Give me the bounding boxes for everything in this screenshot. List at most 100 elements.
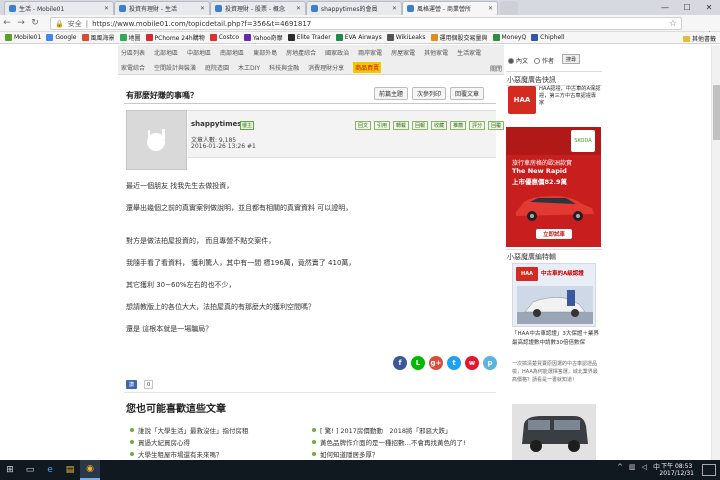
bookmark-item[interactable]: Mobile01 xyxy=(5,34,41,41)
line-share-icon[interactable]: L xyxy=(411,356,425,370)
category-link[interactable]: 空間設計與裝潢 xyxy=(154,63,196,72)
previous-topic-button[interactable]: 前篇主題 xyxy=(374,87,409,100)
reload-icon[interactable]: ↻ xyxy=(28,18,42,28)
print-button[interactable]: 次參列印 xyxy=(412,87,447,100)
related-article-link[interactable]: [ 驚! ] 2017房價動動 2018將「邪惡大跌」 xyxy=(312,425,451,435)
bookmark-item[interactable]: Chiphell xyxy=(531,34,564,41)
url-input[interactable]: 🔒 安全 | https://www.mobile01.com/topicdet… xyxy=(50,17,682,30)
browser-tab-2[interactable]: 投資有理財 - 生活 ✕ xyxy=(114,1,210,15)
skoda-ad-banner[interactable]: SKODA 旅行車房格的歐洲款實 The New Rapid 上市優惠價82.9… xyxy=(506,127,601,247)
new-tab-button[interactable] xyxy=(500,1,518,15)
haa-special-card[interactable]: HAA 中古車的A級認證 xyxy=(512,263,596,327)
browser-tab-1[interactable]: 生活 - Mobile01 ✕ xyxy=(4,1,114,15)
notification-center-icon[interactable] xyxy=(702,464,716,476)
chevron-up-icon[interactable]: ^ xyxy=(617,463,623,471)
bookmark-item[interactable]: WikiLeaks xyxy=(386,34,426,41)
category-link[interactable]: 科技與金融 xyxy=(269,63,299,72)
tool-button[interactable]: 轉載 xyxy=(393,121,410,130)
forward-icon[interactable]: → xyxy=(14,18,28,28)
tool-button[interactable]: 引用 xyxy=(374,121,391,130)
maximize-icon[interactable]: ☐ xyxy=(676,0,698,15)
avatar[interactable] xyxy=(126,110,187,170)
close-tab-icon[interactable]: ✕ xyxy=(485,5,493,12)
plurk-share-icon[interactable]: p xyxy=(483,356,497,370)
bookmark-item[interactable]: Yahoo奇摩 xyxy=(244,33,283,42)
category-link[interactable]: 北部地區 xyxy=(154,48,178,57)
bookmark-item[interactable]: 風風海景 xyxy=(81,33,115,42)
bookmark-item[interactable]: Elite Trader xyxy=(287,34,331,41)
task-view-icon[interactable]: ▭ xyxy=(20,460,40,480)
tool-button[interactable]: 回報 xyxy=(412,121,429,130)
close-tab-icon[interactable]: ✕ xyxy=(101,5,109,12)
close-tab-icon[interactable]: ✕ xyxy=(389,5,397,12)
scrollbar-thumb[interactable] xyxy=(713,85,720,140)
category-link[interactable]: 東部外島 xyxy=(253,48,277,57)
related-article-link[interactable]: 黃色品牌作介面的是一種招數…不會再找黃色的了! xyxy=(312,437,466,447)
facebook-share-icon[interactable]: f xyxy=(393,356,407,370)
category-close-link[interactable]: 關閉 xyxy=(490,64,502,73)
radio-author[interactable] xyxy=(534,57,541,64)
category-link[interactable]: 家電綜合 xyxy=(121,63,145,72)
tool-button[interactable]: 推薦 xyxy=(450,121,467,130)
category-link[interactable]: 兩岸家電 xyxy=(358,48,382,57)
search-button[interactable]: 搜尋 xyxy=(562,54,581,64)
bookmark-item[interactable]: 地圖 xyxy=(119,33,141,42)
back-icon[interactable]: ← xyxy=(0,18,14,28)
related-article-link[interactable]: 買過大紀買房心得 xyxy=(130,437,190,447)
googleplus-share-icon[interactable]: g+ xyxy=(429,356,443,370)
category-link[interactable]: 其他家電 xyxy=(424,48,448,57)
special-article-link[interactable]: 「HAA中古車認證」3大保證＋業界最高認證數中請數30倍倍數保 xyxy=(512,330,602,348)
close-tab-icon[interactable]: ✕ xyxy=(293,5,301,12)
volume-icon[interactable]: ◁ xyxy=(642,463,647,471)
window-controls: — ☐ ✕ xyxy=(654,0,720,15)
system-clock[interactable]: 下午 08:53 2017/12/31 xyxy=(659,463,694,477)
browser-tab-5-active[interactable]: 風格運營 - 商業營所 ✕ xyxy=(402,1,498,15)
bookmark-item[interactable]: MoneyQ xyxy=(492,34,526,41)
category-link[interactable]: 生活家電 xyxy=(457,48,481,57)
related-article-link[interactable]: 大學生租屋市場還有未來嗎？ xyxy=(130,449,223,459)
category-link[interactable]: 中部地區 xyxy=(187,48,211,57)
bookmark-star-icon[interactable]: ☆ xyxy=(669,19,677,29)
category-link[interactable]: 分區列表 xyxy=(121,48,145,57)
bookmark-item[interactable]: PChome 24h購物 xyxy=(145,33,205,42)
van-ad-image[interactable] xyxy=(512,404,596,460)
chrome-taskbar-icon[interactable]: ◉ xyxy=(80,460,100,480)
bookmark-item[interactable]: EVA Airways xyxy=(335,34,382,41)
test-drive-button[interactable]: 立即試車 xyxy=(536,229,572,239)
windows-start-icon[interactable]: ⊞ xyxy=(0,460,20,480)
tool-button[interactable]: 回覆 xyxy=(488,121,505,130)
category-link[interactable]: 木工DIY xyxy=(238,63,260,72)
facebook-like-button[interactable]: 讚 xyxy=(126,380,138,389)
browser-tab-4[interactable]: shappytimes的會員 ✕ xyxy=(306,1,402,15)
page-scrollbar[interactable] xyxy=(711,45,720,460)
category-link-active[interactable]: 商品買賣 xyxy=(353,62,382,73)
tool-button[interactable]: 回文 xyxy=(355,121,372,130)
bookmark-item[interactable]: Costco xyxy=(209,34,239,41)
close-tab-icon[interactable]: ✕ xyxy=(197,5,205,12)
category-link[interactable]: 南部地區 xyxy=(220,48,244,57)
weibo-share-icon[interactable]: w xyxy=(465,356,479,370)
category-link[interactable]: 消費理財分享 xyxy=(308,63,344,72)
author-name[interactable]: shappytimes xyxy=(191,120,241,128)
related-article-link[interactable]: 誰說「大學生活」最救沒住」指付房租 xyxy=(130,425,249,435)
category-link[interactable]: 庭院造園 xyxy=(205,63,229,72)
tool-button[interactable]: 評分 xyxy=(469,121,486,130)
category-link[interactable]: 國家政治 xyxy=(325,48,349,57)
related-article-link[interactable]: 如何知道隱居多厚？ xyxy=(312,449,379,459)
minimize-icon[interactable]: — xyxy=(654,0,676,15)
category-link[interactable]: 房地產綜合 xyxy=(286,48,316,57)
bookmark-item[interactable]: 運用個股交易量與 xyxy=(430,33,488,42)
bookmark-item[interactable]: Google xyxy=(46,34,77,41)
radio-content[interactable] xyxy=(508,57,514,64)
network-icon[interactable]: ▥ xyxy=(629,463,636,471)
twitter-share-icon[interactable]: t xyxy=(447,356,461,370)
edge-icon[interactable]: e xyxy=(40,460,60,480)
tool-button[interactable]: 收藏 xyxy=(431,121,448,130)
browser-tab-3[interactable]: 投資理財 - 股票 - 概念 ✕ xyxy=(210,1,306,15)
file-explorer-icon[interactable]: ▤ xyxy=(60,460,80,480)
other-bookmarks[interactable]: 其他書籤 xyxy=(682,34,716,43)
haa-ad[interactable]: HAA HAA認證，中古車的A保認證，第三方中古車認證專家 xyxy=(508,86,600,120)
reply-button[interactable]: 回覆文章 xyxy=(450,87,485,100)
category-link[interactable]: 房屋家電 xyxy=(391,48,415,57)
close-window-icon[interactable]: ✕ xyxy=(698,0,720,15)
